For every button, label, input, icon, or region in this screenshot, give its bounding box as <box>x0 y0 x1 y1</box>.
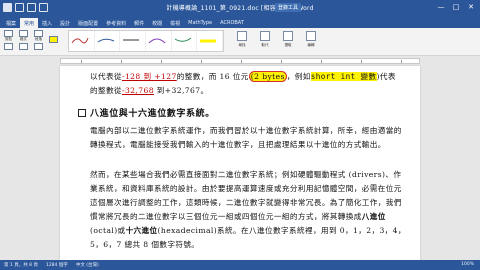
minimize-button[interactable]: — <box>434 2 448 13</box>
style-tile[interactable] <box>95 31 121 51</box>
tab-acrobat[interactable]: ACROBAT <box>216 18 248 28</box>
select-icon <box>283 31 293 41</box>
ruler-tick <box>161 60 162 63</box>
ruler-tick <box>121 60 122 63</box>
highlighter-icon <box>49 36 58 43</box>
style-tile[interactable] <box>120 31 147 51</box>
highlighted-text: (2 bytes <box>248 71 287 82</box>
ruler-tick <box>361 60 362 63</box>
annotated-text: -128 到 +127 <box>121 72 177 81</box>
replace-button[interactable]: 取代 <box>255 30 275 52</box>
italic-icon <box>19 43 28 50</box>
ruler-tick <box>241 60 242 63</box>
ruler-tick <box>321 60 322 63</box>
title-bar: 計機導概論_1101_第_0921.doc [相容模式] - Word 登錄工具… <box>0 0 480 16</box>
text-run: 的整數，而 16 位元 <box>176 72 249 81</box>
window-controls: — □ ✕ <box>434 2 478 13</box>
heading-text: 八進位與十六進位數字系統。 <box>90 109 215 119</box>
pen-stroke-icon <box>174 37 191 42</box>
text-run: 的整數從 <box>90 86 122 95</box>
document-page[interactable]: 以代表從-128 到 +127的整數，而 16 位元 (2 bytes ，例如sho… <box>60 66 420 260</box>
replace-icon <box>260 31 270 41</box>
replace-label: 取代 <box>261 43 269 47</box>
language-indicator[interactable]: 中文 (台灣) <box>76 262 99 268</box>
find-button[interactable]: 尋找 <box>232 30 252 52</box>
word-count[interactable]: 1284 個字 <box>46 262 68 268</box>
select-label: 選取 <box>284 43 292 47</box>
format-painter-button[interactable]: 格式 <box>18 30 29 42</box>
underline-button[interactable] <box>33 43 44 55</box>
tab-layout[interactable]: 版面配置 <box>74 18 102 28</box>
annotated-text: -32,768 <box>121 86 154 95</box>
tab-review[interactable]: 校閱 <box>148 18 166 28</box>
checkbox-icon <box>78 108 86 117</box>
edit-button[interactable]: 編輯 <box>301 30 321 52</box>
paste-button[interactable]: 剪貼 <box>3 30 14 42</box>
underline-icon <box>34 43 43 50</box>
ruler-tick <box>281 60 282 63</box>
zoom-level[interactable]: 100% <box>461 262 474 267</box>
user-badge[interactable]: 登錄工具 <box>275 3 302 12</box>
bold-text: 八進位 <box>361 212 386 221</box>
brush-icon <box>19 30 28 37</box>
pen-stroke-icon <box>71 37 89 44</box>
paragraph-intro[interactable]: 以代表從-128 到 +127的整數，而 16 位元 (2 bytes ，例如sho… <box>90 70 408 98</box>
paragraph-1[interactable]: 電腦內部以二進位數字系統運作，而我們習於以十進位數字系統計算，所幸，經由適當的轉… <box>90 124 408 152</box>
text-run: )代表 <box>376 72 396 81</box>
tab-mathtype[interactable]: MathType <box>184 18 216 28</box>
horizontal-ruler[interactable] <box>60 58 420 64</box>
text-run: 到+32,767。 <box>153 86 209 95</box>
text-run: 然而，在某些場合我們必需直接面對二進位數字系統；例如硬體驅動程式 (driver… <box>90 170 402 221</box>
tab-view[interactable]: 檢視 <box>166 18 184 28</box>
tab-mailings[interactable]: 郵件 <box>130 18 148 28</box>
edit-icon <box>306 31 316 41</box>
ruler-tick <box>81 60 82 63</box>
select-button[interactable]: 選取 <box>278 30 298 52</box>
pen-stroke-icon <box>123 39 140 41</box>
ruler-tick <box>201 60 202 63</box>
close-button[interactable]: ✕ <box>464 2 478 13</box>
tab-references[interactable]: 參考資料 <box>102 18 130 28</box>
highlighted-code: short int 變數 <box>310 72 377 81</box>
edit-label: 編輯 <box>307 43 315 47</box>
highlight-button[interactable] <box>48 36 59 48</box>
style-tile[interactable] <box>69 31 95 51</box>
bold-icon <box>4 43 13 50</box>
styles-gallery[interactable] <box>68 30 224 52</box>
section-heading[interactable]: 八進位與十六進位數字系統。 <box>78 106 215 119</box>
tab-insert[interactable]: 插入 <box>38 18 56 28</box>
tab-file[interactable]: 檔案 <box>2 18 20 28</box>
paragraph-2[interactable]: 然而，在某些場合我們必需直接面對二進位數字系統；例如硬體驅動程式 (driver… <box>90 168 408 252</box>
editing-group: 尋找 取代 選取 編輯 <box>232 30 321 52</box>
paragraph-button[interactable]: 段落 <box>33 30 44 42</box>
maximize-button[interactable]: □ <box>449 2 463 13</box>
italic-button[interactable] <box>18 43 29 55</box>
find-label: 尋找 <box>238 43 246 47</box>
ruler-tick <box>401 60 402 63</box>
clipboard-label: 剪貼 <box>5 37 12 41</box>
status-bar: 第 1 頁，共 8 頁 1284 個字 中文 (台灣) 100% <box>0 260 480 270</box>
format-label: 格式 <box>20 37 27 41</box>
style-tile[interactable] <box>197 31 224 51</box>
window-title: 計機導概論_1101_第_0921.doc [相容模式] - Word <box>166 5 314 12</box>
style-tile[interactable] <box>172 31 198 51</box>
ribbon: 剪貼 格式 段落 尋找 取代 選取 編輯 <box>0 28 480 56</box>
pen-stroke-icon <box>200 39 217 43</box>
ribbon-tabs: 檔案 常用 插入 設計 版面配置 參考資料 郵件 校閱 檢視 MathType … <box>0 16 480 28</box>
style-tile[interactable] <box>146 31 172 51</box>
tab-design[interactable]: 設計 <box>56 18 74 28</box>
tab-home[interactable]: 常用 <box>20 18 39 28</box>
page-count[interactable]: 第 1 頁，共 8 頁 <box>4 262 38 268</box>
find-icon <box>237 31 247 41</box>
paragraph-icon <box>34 30 43 37</box>
text-run: 以代表從 <box>90 72 122 81</box>
text-run: (octal)或 <box>90 226 126 235</box>
bold-button[interactable] <box>3 43 14 55</box>
bold-text: 十六進位 <box>125 226 158 235</box>
paragraph-label: 段落 <box>35 37 42 41</box>
clipboard-icon <box>4 30 13 37</box>
pen-stroke-icon <box>97 38 114 43</box>
text-run: ，例如 <box>286 72 311 81</box>
pen-stroke-icon <box>148 38 166 44</box>
